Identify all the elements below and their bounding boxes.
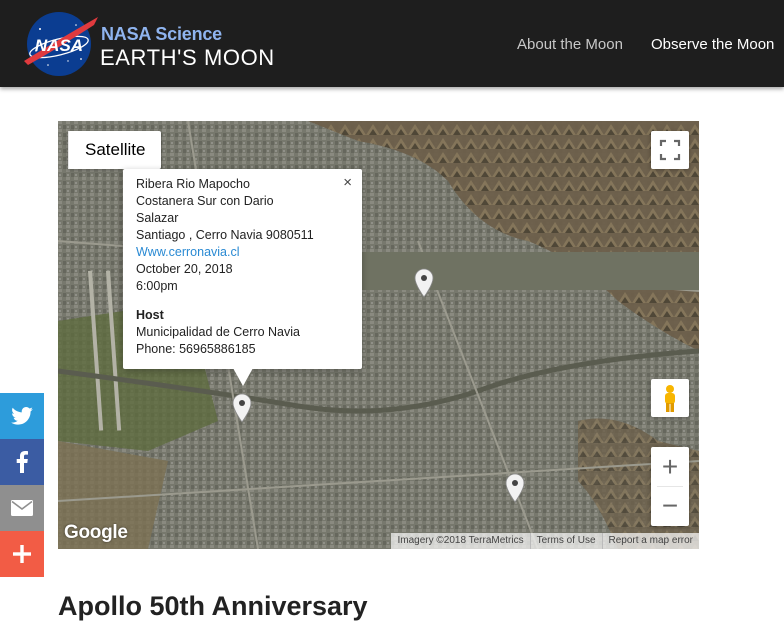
event-date: October 20, 2018 bbox=[136, 262, 233, 276]
zoom-in-button[interactable]: + bbox=[651, 447, 689, 486]
google-logo[interactable]: Google bbox=[64, 522, 128, 544]
imagery-credit: Imagery ©2018 TerraMetrics bbox=[397, 535, 524, 546]
report-map-error-link[interactable]: Report a map error bbox=[601, 533, 699, 549]
event-time: 6:00pm bbox=[136, 279, 178, 293]
share-facebook-button[interactable] bbox=[0, 439, 44, 485]
nav-observe-the-moon[interactable]: Observe the Moon bbox=[651, 36, 774, 53]
address-line: Santiago , Cerro Navia 9080511 bbox=[136, 228, 314, 242]
host-name: Municipalidad de Cerro Navia bbox=[136, 325, 300, 339]
nav-about-the-moon[interactable]: About the Moon bbox=[517, 36, 623, 53]
plus-icon bbox=[13, 545, 31, 563]
fullscreen-button[interactable] bbox=[651, 131, 689, 169]
site-header: NASA NASA Science EARTH'S MOON About the… bbox=[0, 0, 784, 87]
info-window-pointer bbox=[233, 368, 253, 386]
svg-text:NASA: NASA bbox=[35, 36, 83, 55]
address-line: Salazar bbox=[136, 211, 179, 225]
nasa-logo[interactable]: NASA bbox=[18, 11, 100, 77]
address-line: Costanera Sur con Dario bbox=[136, 194, 274, 208]
map-marker[interactable] bbox=[232, 393, 252, 423]
map-marker[interactable] bbox=[505, 473, 525, 503]
zoom-out-button[interactable]: − bbox=[651, 486, 689, 525]
twitter-icon bbox=[11, 407, 33, 425]
event-website-link[interactable]: Www.cerronavia.cl bbox=[136, 244, 362, 261]
close-icon[interactable]: × bbox=[343, 175, 352, 190]
zoom-divider bbox=[657, 486, 683, 487]
pegman-icon bbox=[665, 385, 675, 412]
facebook-icon bbox=[16, 451, 28, 473]
map-type-satellite-button[interactable]: Satellite bbox=[68, 131, 161, 169]
section-title: Apollo 50th Anniversary bbox=[58, 591, 368, 621]
map-marker[interactable] bbox=[414, 268, 434, 298]
street-view-pegman[interactable] bbox=[651, 379, 689, 417]
host-label: Host bbox=[136, 308, 164, 322]
share-more-button[interactable] bbox=[0, 531, 44, 577]
email-icon bbox=[11, 500, 33, 516]
event-map[interactable]: Map Satellite + − × Ribera Rio Mapoch bbox=[58, 121, 699, 549]
map-type-control: Map Satellite bbox=[68, 131, 699, 290]
host-phone: Phone: 56965886185 bbox=[136, 342, 256, 356]
site-title[interactable]: EARTH'S MOON bbox=[100, 45, 275, 71]
zoom-control: + − bbox=[651, 447, 689, 526]
address-line: Ribera Rio Mapocho bbox=[136, 177, 250, 191]
fullscreen-icon bbox=[659, 139, 681, 161]
share-twitter-button[interactable] bbox=[0, 393, 44, 439]
map-attribution: Imagery ©2018 TerraMetrics Terms of Use … bbox=[391, 533, 699, 549]
share-email-button[interactable] bbox=[0, 485, 44, 531]
terms-of-use-link[interactable]: Terms of Use bbox=[529, 533, 602, 549]
brand-subtitle: NASA Science bbox=[101, 24, 222, 44]
event-info-window: × Ribera Rio Mapocho Costanera Sur con D… bbox=[123, 169, 362, 369]
